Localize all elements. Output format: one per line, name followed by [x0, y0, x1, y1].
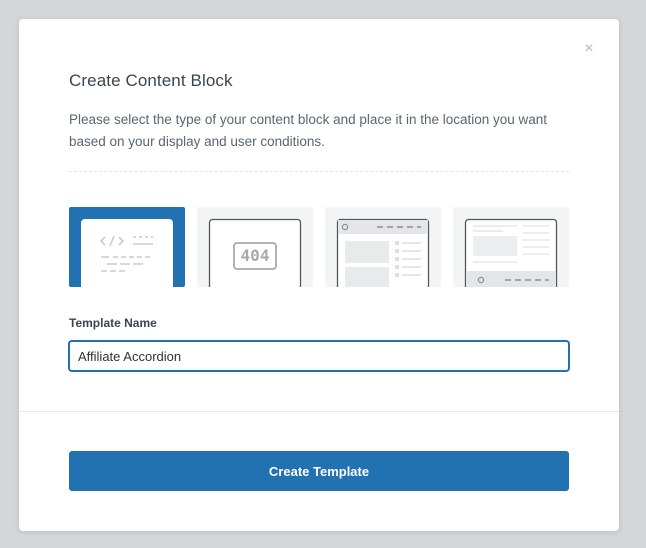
type-option-header[interactable]	[325, 207, 441, 287]
close-icon[interactable]: ×	[581, 41, 597, 57]
type-option-footer[interactable]	[453, 207, 569, 287]
create-content-block-modal: × Create Content Block Please select the…	[19, 19, 619, 531]
error-404-label: 404	[240, 246, 270, 265]
template-name-input[interactable]	[69, 341, 569, 371]
dashed-divider	[69, 171, 569, 172]
custom-code-icon	[81, 219, 173, 287]
create-template-button[interactable]: Create Template	[69, 451, 569, 491]
content-block-type-selector: 404	[69, 207, 569, 287]
header-layout-icon	[336, 218, 430, 287]
modal-description: Please select the type of your content b…	[69, 112, 548, 149]
modal-title: Create Content Block	[69, 71, 233, 90]
footer-layout-icon	[464, 218, 558, 287]
template-name-label: Template Name	[69, 316, 157, 330]
type-option-404[interactable]: 404	[197, 207, 313, 287]
type-option-custom-code[interactable]	[69, 207, 185, 287]
footer-divider	[19, 411, 619, 412]
